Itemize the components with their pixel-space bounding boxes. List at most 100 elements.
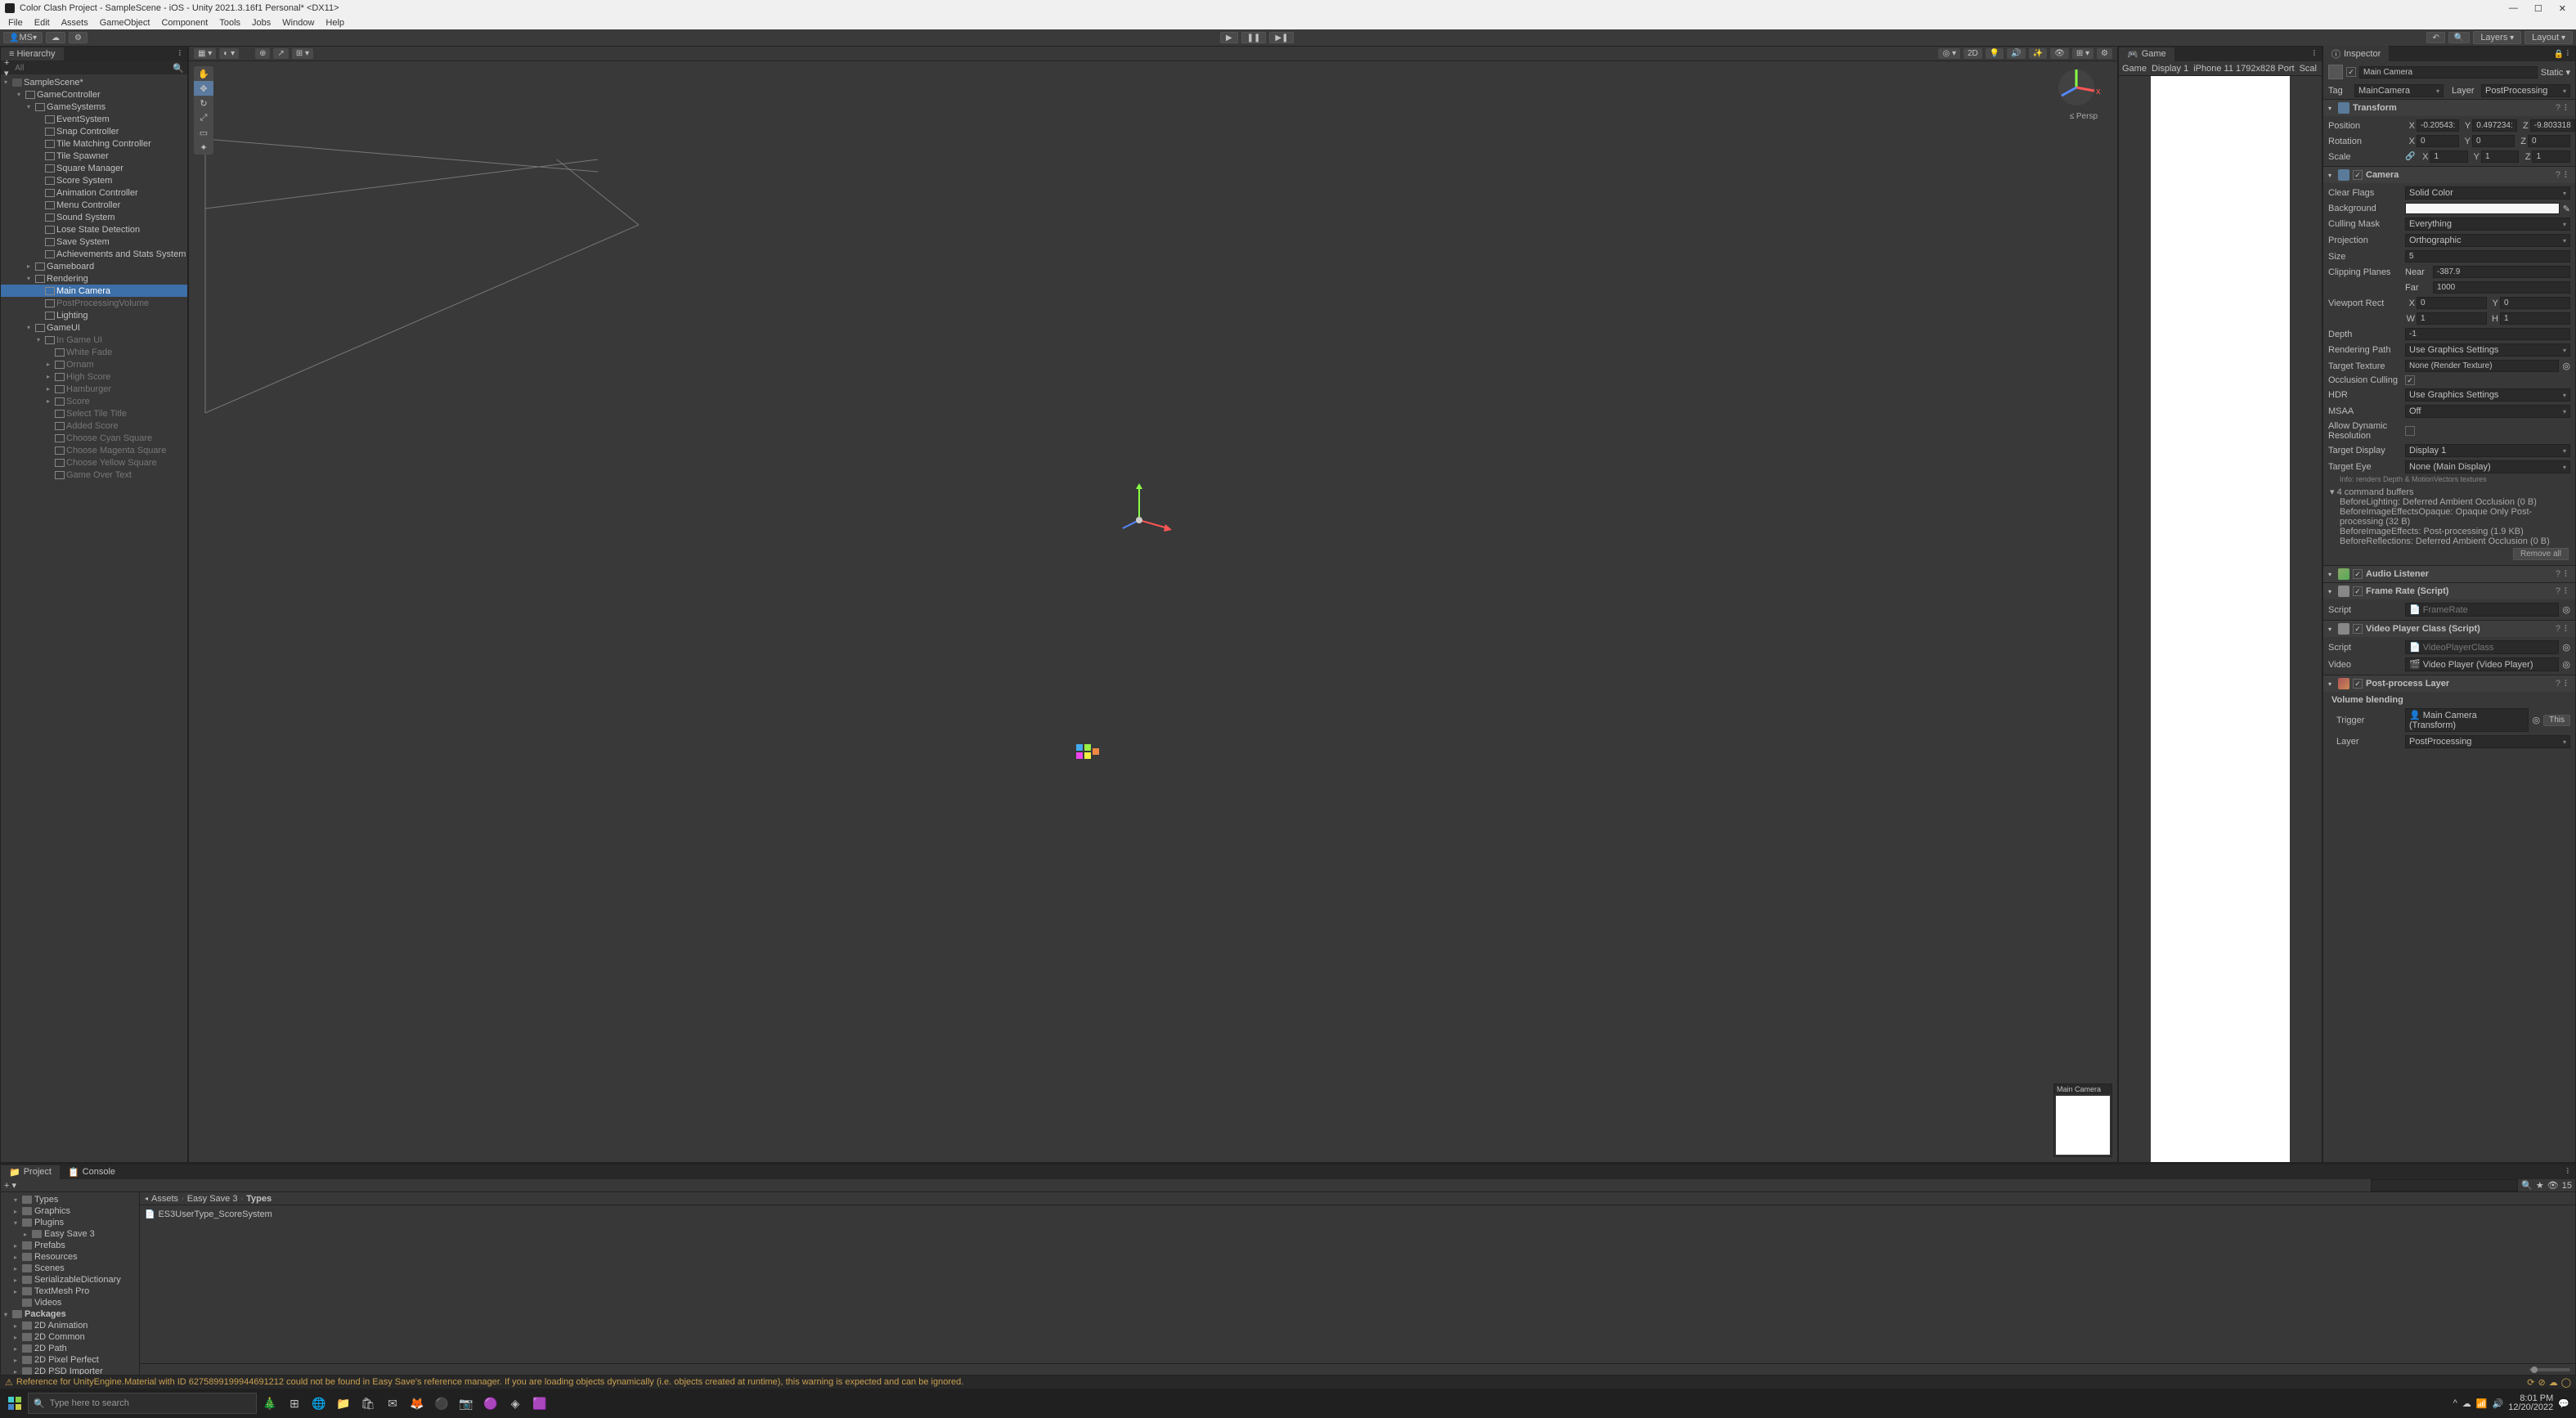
hierarchy-item[interactable]: Achievements and Stats System [1, 248, 187, 260]
taskbar-explorer-icon[interactable]: 📁 [332, 1392, 355, 1415]
project-folder[interactable]: ▸2D PSD Importer [1, 1366, 139, 1375]
target-texture-field[interactable]: None (Render Texture) [2405, 360, 2559, 372]
taskbar-store-icon[interactable]: 🛍 [357, 1392, 379, 1415]
hidden-toggle[interactable]: 👁 [2050, 48, 2069, 59]
cmd-buffers-header[interactable]: ▾ 4 command buffers [2330, 487, 2569, 497]
viewport-x[interactable]: 0 [2417, 297, 2487, 309]
position-y[interactable]: 0.497234: [2472, 119, 2517, 132]
hierarchy-item[interactable]: Tile Matching Controller [1, 137, 187, 150]
task-view-icon[interactable]: ⊞ [283, 1392, 306, 1415]
status-bar[interactable]: ⚠ Reference for UnityEngine.Material wit… [0, 1375, 2576, 1389]
step-button[interactable]: ▶❚ [1269, 32, 1294, 43]
hierarchy-item[interactable]: ▸Hamburger [1, 383, 187, 395]
game-mode-dropdown[interactable]: Game [2122, 64, 2147, 74]
taskbar-mail-icon[interactable]: ✉ [381, 1392, 404, 1415]
object-name-field[interactable]: Main Camera [2359, 66, 2538, 79]
inspector-menu-icon[interactable]: 🔒 ⠇ [2550, 50, 2575, 59]
status-icon-1[interactable]: ⟳ [2527, 1377, 2534, 1388]
tray-clock[interactable]: 8:01 PM 12/20/2022 [2508, 1394, 2553, 1412]
scene-cam-button[interactable]: ◎ ▾ [1938, 48, 1960, 59]
project-folder[interactable]: ▸2D Path [1, 1343, 139, 1354]
game-tab[interactable]: 🎮 Game [2119, 47, 2174, 61]
project-folder[interactable]: ▸TextMesh Pro [1, 1286, 139, 1297]
light-toggle[interactable]: 💡 [1986, 48, 2004, 59]
hierarchy-item[interactable]: Square Manager [1, 162, 187, 174]
taskbar-obs-icon[interactable]: ⚫ [430, 1392, 453, 1415]
clip-near-field[interactable]: -387.9 [2433, 266, 2570, 278]
tag-dropdown[interactable]: MainCamera [2354, 84, 2444, 97]
camera-component-header[interactable]: ▾ Camera ?⠇ [2323, 167, 2575, 183]
hierarchy-search-input[interactable] [15, 64, 173, 73]
local-toggle[interactable]: ↗ [273, 48, 288, 59]
hierarchy-item[interactable]: ▸Ornam [1, 358, 187, 370]
trigger-field[interactable]: 👤 Main Camera (Transform) [2405, 708, 2529, 732]
tray-chevron-icon[interactable]: ^ [2453, 1398, 2457, 1408]
taskbar-edge-icon[interactable]: 🌐 [307, 1392, 330, 1415]
hierarchy-item[interactable]: ▾In Game UI [1, 334, 187, 346]
hierarchy-menu-icon[interactable]: ⠇ [175, 50, 187, 59]
project-folder[interactable]: ▸Scenes [1, 1263, 139, 1274]
transform-component-header[interactable]: ▾ Transform ?⠇ [2323, 100, 2575, 116]
menu-file[interactable]: File [3, 18, 28, 28]
object-picker-icon[interactable]: ◎ [2562, 642, 2570, 653]
project-file[interactable]: 📄 ES3UserType_ScoreSystem [143, 1209, 2572, 1220]
tray-wifi-icon[interactable]: 📶 [2476, 1398, 2488, 1409]
framerate-enabled-checkbox[interactable] [2353, 586, 2363, 596]
account-button[interactable]: 👤 MS ▾ [3, 32, 43, 43]
camera-size-field[interactable]: 5 [2405, 250, 2570, 263]
postprocess-header[interactable]: ▾ Post-process Layer ?⠇ [2323, 675, 2575, 692]
msaa-dropdown[interactable]: Off [2405, 405, 2570, 418]
perspective-label[interactable]: ≤ Persp [2070, 112, 2098, 121]
rendering-path-dropdown[interactable]: Use Graphics Settings [2405, 343, 2570, 357]
scene-row[interactable]: ▾SampleScene* [1, 76, 187, 88]
object-picker-icon[interactable]: ◎ [2562, 659, 2570, 670]
projection-dropdown[interactable]: Orthographic [2405, 234, 2570, 247]
scale-link-icon[interactable]: 🔗 [2405, 152, 2415, 161]
status-icon-3[interactable]: ☁ [2549, 1377, 2558, 1388]
menu-jobs[interactable]: Jobs [247, 18, 276, 28]
cloud-button[interactable]: ☁ [46, 32, 65, 43]
tray-onedrive-icon[interactable]: ☁ [2462, 1398, 2471, 1409]
menu-assets[interactable]: Assets [56, 18, 93, 28]
undo-history-button[interactable]: ↶ [2426, 32, 2444, 43]
close-button[interactable]: ✕ [2554, 3, 2571, 14]
maximize-button[interactable]: ☐ [2529, 3, 2547, 14]
object-picker-icon[interactable]: ◎ [2562, 361, 2570, 371]
orientation-gizmo[interactable]: x [2052, 63, 2101, 112]
hierarchy-item[interactable]: ▾GameController [1, 88, 187, 101]
audio-listener-header[interactable]: ▾ Audio Listener ?⠇ [2323, 566, 2575, 582]
gameobject-icon[interactable] [2328, 65, 2343, 79]
play-button[interactable]: ▶ [1220, 32, 1238, 43]
pause-button[interactable]: ❚❚ [1241, 32, 1267, 43]
transform-gizmo[interactable] [1115, 479, 1180, 547]
tray-volume-icon[interactable]: 🔊 [2493, 1398, 2504, 1409]
project-folder[interactable]: ▸Graphics [1, 1205, 139, 1217]
favorite-icon[interactable]: ★ [2536, 1180, 2544, 1191]
resolution-dropdown[interactable]: iPhone 11 1792x828 Port [2193, 64, 2294, 74]
hierarchy-item[interactable]: Sound System [1, 211, 187, 223]
postprocess-layer-dropdown[interactable]: PostProcessing [2405, 735, 2570, 748]
hierarchy-item[interactable]: Menu Controller [1, 199, 187, 211]
hierarchy-item[interactable]: Choose Magenta Square [1, 444, 187, 456]
hidden-packages-icon[interactable]: 👁 [2547, 1180, 2559, 1191]
hierarchy-item[interactable]: Snap Controller [1, 125, 187, 137]
hierarchy-item[interactable]: Choose Cyan Square [1, 432, 187, 444]
scene-tools-button[interactable]: ⚙ [2097, 48, 2112, 59]
toolbar-extra-button[interactable]: ⚙ [69, 32, 88, 43]
pivot-toggle[interactable]: ⊕ [255, 48, 270, 59]
project-add-button[interactable]: + ▾ [4, 1180, 16, 1191]
depth-field[interactable]: -1 [2405, 328, 2570, 340]
hdr-dropdown[interactable]: Use Graphics Settings [2405, 388, 2570, 402]
audio-enabled-checkbox[interactable] [2353, 569, 2363, 579]
active-checkbox[interactable] [2346, 67, 2356, 77]
project-folder[interactable]: ▸2D Animation [1, 1320, 139, 1331]
target-eye-dropdown[interactable]: None (Main Display) [2405, 460, 2570, 473]
hierarchy-item[interactable]: Lose State Detection [1, 223, 187, 236]
gizmos-dropdown[interactable]: ⊞ ▾ [2072, 48, 2094, 59]
clip-far-field[interactable]: 1000 [2433, 281, 2570, 294]
occlusion-checkbox[interactable] [2405, 375, 2415, 385]
hierarchy-item[interactable]: ▾GameSystems [1, 101, 187, 113]
game-menu-icon[interactable]: ⠇ [2309, 50, 2322, 59]
position-z[interactable]: -9.803318 [2530, 119, 2575, 132]
status-icon-2[interactable]: ⊘ [2538, 1377, 2545, 1388]
